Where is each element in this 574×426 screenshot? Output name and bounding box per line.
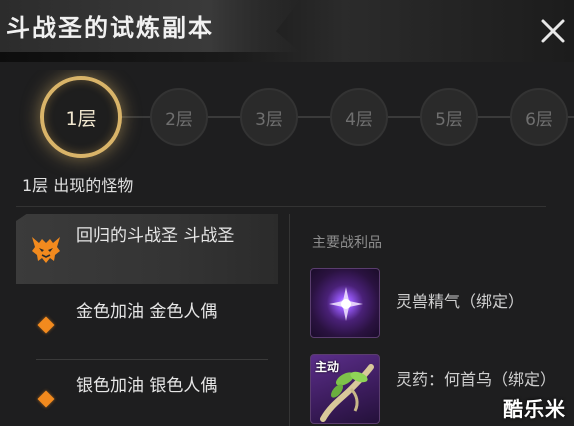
floor-label: 1层 — [65, 107, 97, 130]
floor-label: 6层 — [525, 109, 553, 130]
monster-icon-wrap — [16, 364, 76, 426]
loot-item-1[interactable]: 灵兽精气（绑定） — [310, 268, 570, 338]
watermark: 酷乐米 — [503, 397, 566, 421]
orange-diamond-icon — [37, 316, 55, 334]
demon-head-icon — [32, 237, 60, 263]
monster-name: 回归的斗战圣 斗战圣 — [76, 226, 235, 246]
floor-3-button[interactable]: 3层 — [240, 88, 298, 146]
title-bar: 斗战圣的试炼副本 — [0, 0, 574, 62]
spirit-sparkle-icon — [329, 287, 363, 321]
floor-4-button[interactable]: 4层 — [330, 88, 388, 146]
floor-selector: 1层 2层 3层 4层 5层 6层 — [0, 70, 574, 180]
page-title: 斗战圣的试炼副本 — [6, 13, 214, 42]
monster-item-2[interactable]: 金色加油 金色人偶 — [16, 290, 278, 360]
floor-label: 2层 — [165, 109, 193, 130]
loot-name: 灵兽精气（绑定） — [396, 292, 525, 311]
section-divider — [16, 206, 546, 207]
purple-spirit-orb-icon — [310, 268, 380, 338]
monster-item-3[interactable]: 银色加油 银色人偶 — [16, 364, 278, 426]
monster-icon-wrap — [16, 214, 76, 284]
loot-tag: 主动 — [315, 360, 340, 374]
floor-1-button[interactable]: 1层 — [40, 76, 122, 158]
herb-root-icon: 主动 — [310, 354, 380, 424]
floor-label: 5层 — [435, 109, 463, 130]
close-icon — [541, 19, 565, 43]
floor-connector-line — [60, 116, 574, 118]
floor-6-button[interactable]: 6层 — [510, 88, 568, 146]
floor-2-button[interactable]: 2层 — [150, 88, 208, 146]
monster-list: 回归的斗战圣 斗战圣 金色加油 金色人偶 银色加油 银色人偶 — [16, 214, 278, 426]
monster-name: 金色加油 金色人偶 — [76, 302, 218, 322]
close-button[interactable] — [538, 16, 568, 46]
loot-heading: 主要战利品 — [312, 235, 382, 251]
monster-item-1[interactable]: 回归的斗战圣 斗战圣 — [16, 214, 278, 284]
floor-monsters-caption: 1层 出现的怪物 — [22, 176, 134, 195]
monster-name: 银色加油 银色人偶 — [76, 376, 218, 396]
orange-diamond-icon — [37, 390, 55, 408]
list-separator — [36, 359, 268, 360]
floor-label: 3层 — [255, 109, 283, 130]
floor-label: 4层 — [345, 109, 373, 130]
column-divider — [289, 214, 290, 426]
floor-5-button[interactable]: 5层 — [420, 88, 478, 146]
monster-icon-wrap — [16, 290, 76, 360]
